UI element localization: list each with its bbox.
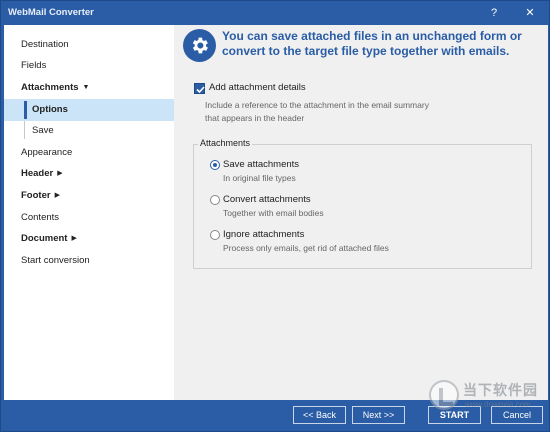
caret-right-icon: ▶ <box>71 235 77 242</box>
sidebar-item-options[interactable]: Options <box>4 99 174 121</box>
radio-unselected-icon[interactable] <box>210 230 220 240</box>
sidebar-item-destination[interactable]: Destination <box>4 34 174 56</box>
sidebar-item-fields[interactable]: Fields <box>4 55 174 77</box>
radio-selected-icon[interactable] <box>210 160 220 170</box>
options-panel: You can save attached files in an unchan… <box>174 25 548 400</box>
sidebar-item-contents[interactable]: Contents <box>4 207 174 229</box>
radio-unselected-icon[interactable] <box>210 195 220 205</box>
caret-right-icon: ▶ <box>54 192 60 199</box>
window-title: WebMail Converter <box>8 7 94 18</box>
sidebar-item-start-conversion[interactable]: Start conversion <box>4 250 174 272</box>
save-attachments-label: Save attachments <box>223 159 300 170</box>
add-attachment-details-description: Include a reference to the attachment in… <box>205 100 429 123</box>
ignore-attachments-description: Process only emails, get rid of attached… <box>223 243 389 253</box>
sidebar-item-save[interactable]: Save <box>4 120 174 142</box>
gear-icon <box>183 29 216 62</box>
caret-right-icon: ▶ <box>57 170 63 177</box>
header-description: You can save attached files in an unchan… <box>222 29 522 58</box>
add-attachment-details-label: Add attachment details <box>209 82 306 93</box>
footer-bar: << Back Next >> START Cancel <box>4 400 548 430</box>
cancel-button[interactable]: Cancel <box>491 406 543 424</box>
checkbox-checked-icon[interactable] <box>194 83 205 94</box>
next-button[interactable]: Next >> <box>352 406 405 424</box>
title-bar: WebMail Converter ? ✕ <box>1 1 549 25</box>
attachments-group: Attachments Save attachments In original… <box>193 138 532 269</box>
sidebar-item-footer[interactable]: Footer ▶ <box>4 185 174 207</box>
convert-attachments-description: Together with email bodies <box>223 208 324 218</box>
start-button[interactable]: START <box>428 406 481 424</box>
sidebar-item-attachments[interactable]: Attachments ▼ <box>4 77 174 99</box>
attachments-group-title: Attachments <box>198 138 253 148</box>
caret-down-icon: ▼ <box>82 84 90 91</box>
sidebar-item-header[interactable]: Header ▶ <box>4 163 174 185</box>
app-window: WebMail Converter ? ✕ Destination Fields… <box>0 0 550 432</box>
help-button[interactable]: ? <box>485 4 503 22</box>
convert-attachments-label: Convert attachments <box>223 194 311 205</box>
sidebar-item-appearance[interactable]: Appearance <box>4 142 174 164</box>
sidebar-nav: Destination Fields Attachments ▼ Options … <box>4 25 174 400</box>
save-attachments-description: In original file types <box>223 173 296 183</box>
ignore-attachments-label: Ignore attachments <box>223 229 305 240</box>
back-button[interactable]: << Back <box>293 406 346 424</box>
sidebar-item-document[interactable]: Document ▶ <box>4 228 174 250</box>
close-button[interactable]: ✕ <box>521 4 539 22</box>
